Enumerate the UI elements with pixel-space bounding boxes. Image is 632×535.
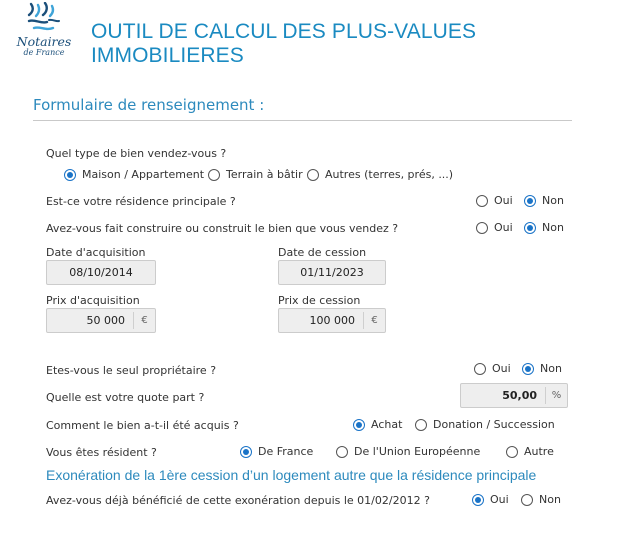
- self-built-question: Avez-vous fait construire ou construit l…: [46, 222, 399, 235]
- radio-terrain-a-batir[interactable]: Terrain à bâtir: [208, 168, 303, 181]
- acquisition-date-field[interactable]: 08/10/2014: [46, 260, 156, 285]
- radio-label: Non: [542, 221, 564, 234]
- radio-button[interactable]: [474, 362, 486, 375]
- acquisition-price-label: Prix d'acquisition: [46, 294, 140, 307]
- section-title: Formulaire de renseignement :: [33, 96, 265, 114]
- radio-label: Non: [540, 362, 562, 375]
- radio-button-selected[interactable]: [472, 493, 484, 506]
- sole-owner-question: Etes-vous le seul propriétaire ?: [46, 364, 217, 377]
- exemption-question: Avez-vous déjà bénéficié de cette exonér…: [46, 494, 430, 507]
- radio-exemption-non[interactable]: Non: [521, 493, 561, 506]
- radio-label: Autre: [524, 445, 554, 458]
- sale-date-field[interactable]: 01/11/2023: [278, 260, 386, 285]
- radio-label: De l'Union Européenne: [354, 445, 481, 458]
- share-question: Quelle est votre quote part ?: [46, 391, 205, 404]
- page-title: OUTIL DE CALCUL DES PLUS-VALUES IMMOBILI…: [91, 20, 477, 67]
- radio-label: Oui: [494, 221, 513, 234]
- radio-label: Donation / Succession: [433, 418, 555, 431]
- radio-button[interactable]: [506, 445, 518, 458]
- radio-exemption-oui[interactable]: Oui: [472, 493, 509, 506]
- radio-resident-autre[interactable]: Autre: [506, 445, 554, 458]
- logo-text: Notaires: [16, 34, 72, 49]
- acquired-how-question: Comment le bien a-t-il été acquis ?: [46, 419, 239, 432]
- radio-main-residence-non[interactable]: Non: [524, 194, 564, 207]
- section-divider: [33, 120, 572, 121]
- radio-self-built-oui[interactable]: Oui: [476, 221, 513, 234]
- radio-button[interactable]: [415, 418, 427, 431]
- acquisition-price-value: 50 000: [86, 314, 126, 327]
- radio-label: De France: [258, 445, 314, 458]
- logo-subtext: de France: [23, 48, 65, 57]
- notaires-logo: Notaires de France: [12, 2, 76, 62]
- percent-unit-icon: %: [545, 387, 567, 404]
- sale-price-field[interactable]: 100 000 €: [278, 308, 386, 333]
- radio-label: Non: [539, 493, 561, 506]
- radio-resident-france[interactable]: De France: [240, 445, 313, 458]
- radio-self-built-non[interactable]: Non: [524, 221, 564, 234]
- radio-label: Oui: [490, 493, 509, 506]
- radio-button-selected[interactable]: [240, 445, 252, 458]
- radio-button[interactable]: [336, 445, 348, 458]
- radio-main-residence-oui[interactable]: Oui: [476, 194, 513, 207]
- radio-achat[interactable]: Achat: [353, 418, 402, 431]
- acquisition-date-value: 08/10/2014: [69, 266, 133, 279]
- radio-donation-succession[interactable]: Donation / Succession: [415, 418, 555, 431]
- radio-label: Autres (terres, prés, ...): [325, 168, 454, 181]
- radio-label: Non: [542, 194, 564, 207]
- radio-sole-owner-oui[interactable]: Oui: [474, 362, 511, 375]
- radio-button-selected[interactable]: [353, 418, 365, 431]
- radio-button[interactable]: [521, 493, 533, 506]
- share-value: 50,00: [502, 389, 537, 402]
- property-type-question: Quel type de bien vendez-vous ?: [46, 147, 227, 160]
- euro-unit-icon: €: [133, 312, 155, 329]
- radio-label: Achat: [371, 418, 403, 431]
- share-field[interactable]: 50,00 %: [460, 383, 568, 408]
- sale-price-value: 100 000: [309, 314, 356, 327]
- radio-label: Terrain à bâtir: [226, 168, 303, 181]
- radio-label: Oui: [492, 362, 511, 375]
- radio-autres[interactable]: Autres (terres, prés, ...): [307, 168, 453, 181]
- radio-button-selected[interactable]: [64, 168, 76, 181]
- radio-button-selected[interactable]: [522, 362, 534, 375]
- radio-resident-ue[interactable]: De l'Union Européenne: [336, 445, 480, 458]
- acquisition-date-label: Date d'acquisition: [46, 246, 146, 259]
- exemption-heading: Exonération de la 1ère cession d’un loge…: [46, 467, 537, 483]
- radio-button[interactable]: [208, 168, 220, 181]
- sale-price-label: Prix de cession: [278, 294, 361, 307]
- sale-date-label: Date de cession: [278, 246, 367, 259]
- residency-question: Vous êtes résident ?: [46, 446, 157, 459]
- radio-button-selected[interactable]: [524, 221, 536, 234]
- euro-unit-icon: €: [363, 312, 385, 329]
- radio-button[interactable]: [476, 221, 488, 234]
- notaires-emblem-icon: [27, 2, 60, 31]
- radio-sole-owner-non[interactable]: Non: [522, 362, 562, 375]
- radio-button[interactable]: [307, 168, 319, 181]
- radio-label: Maison / Appartement: [82, 168, 205, 181]
- acquisition-price-field[interactable]: 50 000 €: [46, 308, 156, 333]
- sale-date-value: 01/11/2023: [300, 266, 364, 279]
- radio-button[interactable]: [476, 194, 488, 207]
- radio-button-selected[interactable]: [524, 194, 536, 207]
- radio-label: Oui: [494, 194, 513, 207]
- radio-maison-appartement[interactable]: Maison / Appartement: [64, 168, 204, 181]
- main-residence-question: Est-ce votre résidence principale ?: [46, 195, 236, 208]
